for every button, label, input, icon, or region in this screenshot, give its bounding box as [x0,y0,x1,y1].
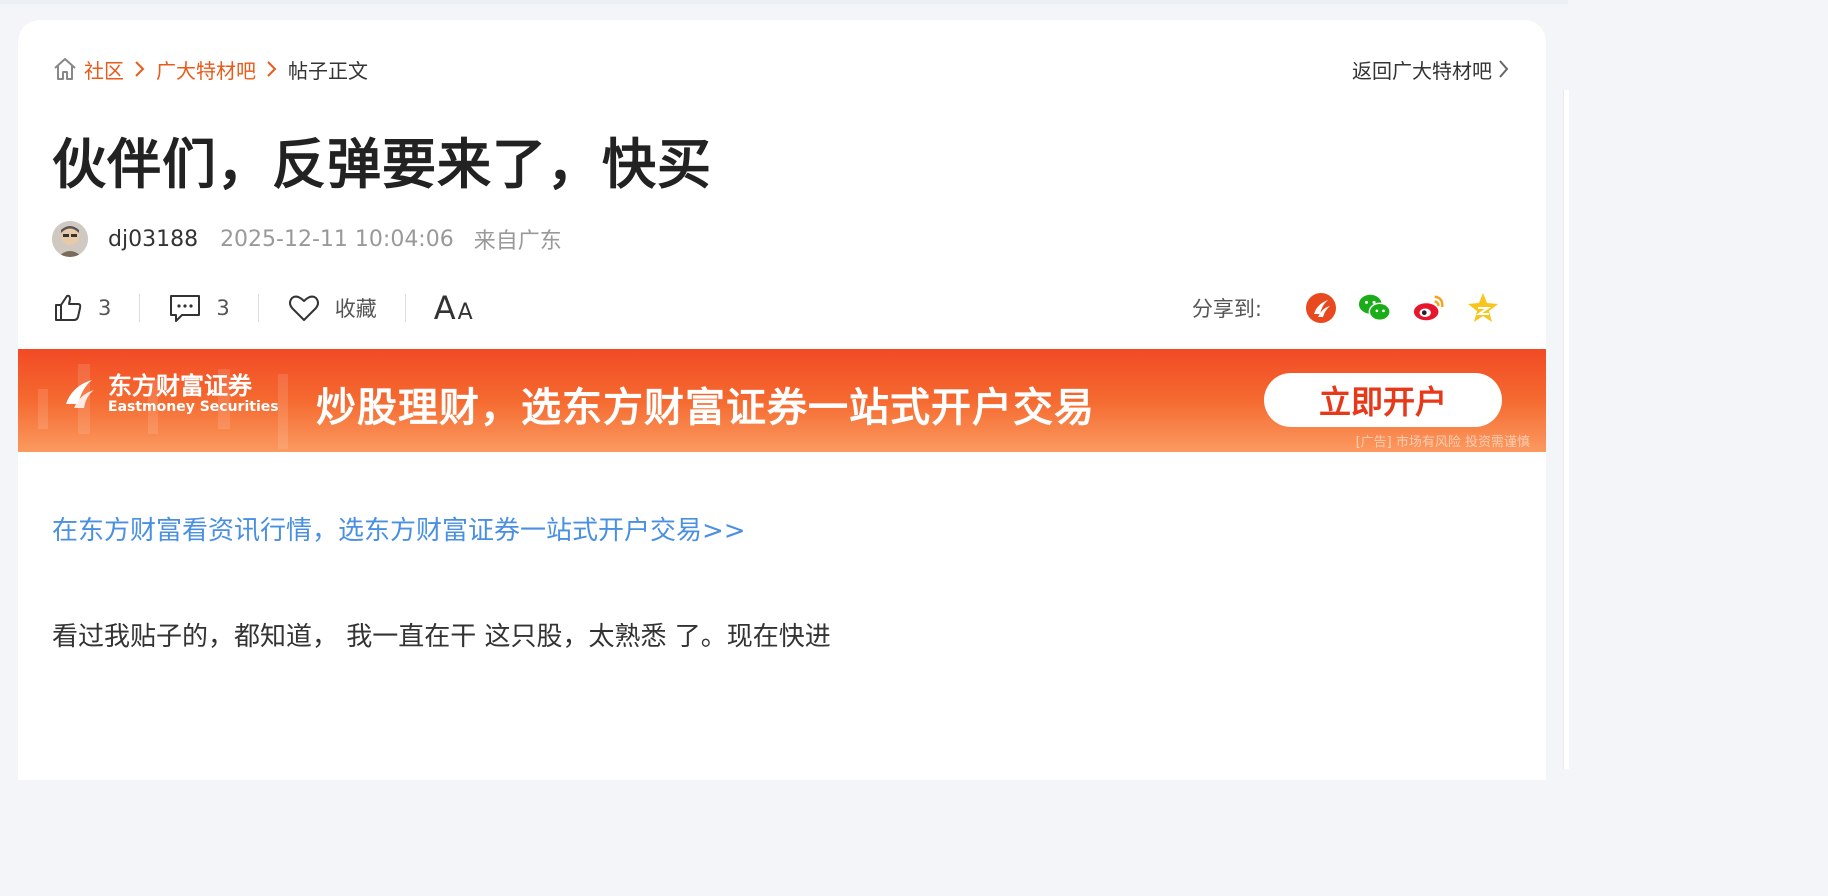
post-meta: dj03188 2025-12-11 10:04:06 来自广东 [52,220,562,258]
back-link-label: 返回广大特材吧 [1352,58,1492,83]
post-actions: 3 3 收藏 A A [52,288,473,328]
divider [404,294,406,322]
qzone-icon[interactable] [1466,291,1500,325]
breadcrumb-bar[interactable]: 广大特材吧 [156,55,256,84]
like-count: 3 [98,296,112,320]
like-button[interactable]: 3 [52,292,111,324]
divider [139,294,141,322]
font-size-large: A [433,289,456,327]
post-body: 看过我贴子的，都知道， 我一直在干 这只股，太熟悉 了。现在快进 [52,622,831,652]
eastmoney-logo-icon [66,380,94,408]
logo-text-cn: 东方财富证券 [108,371,252,400]
weibo-icon[interactable] [1412,291,1446,325]
breadcrumb-current: 帖子正文 [288,58,368,83]
comment-icon [168,292,202,324]
heart-icon [287,292,321,324]
home-icon[interactable] [52,56,78,82]
share-bar: 分享到: [1192,288,1500,328]
post-title: 伙伴们，反弹要来了，快买 [52,133,712,196]
back-to-bar-link[interactable]: 返回广大特材吧 [1352,54,1510,84]
ad-banner[interactable]: 东方财富证券 Eastmoney Securities 炒股理财，选东方财富证券… [18,349,1546,452]
breadcrumb: 社区 广大特材吧 帖子正文 [52,54,368,84]
thumbs-up-icon [52,292,84,324]
breadcrumb-community[interactable]: 社区 [84,55,124,84]
top-divider [0,0,1568,4]
divider [257,294,259,322]
avatar[interactable] [52,221,88,257]
author-name[interactable]: dj03188 [108,227,198,252]
promo-link[interactable]: 在东方财富看资讯行情，选东方财富证券一站式开户交易>> [52,510,746,547]
chevron-right-icon [1498,59,1510,79]
sidebar-edge [1563,90,1569,769]
comment-button[interactable]: 3 [168,292,230,324]
eastmoney-logo: 东方财富证券 Eastmoney Securities [60,373,279,415]
font-size-small: A [457,300,473,325]
banner-slogan: 炒股理财，选东方财富证券一站式开户交易 [316,385,1095,431]
wechat-icon[interactable] [1358,291,1392,325]
banner-disclaimer: [广告] 市场有风险 投资需谨慎 [1355,435,1530,450]
logo-text-en: Eastmoney Securities [108,399,279,415]
open-account-button[interactable]: 立即开户 [1264,373,1502,427]
chevron-right-icon [134,60,146,78]
chevron-right-icon [266,60,278,78]
post-card: 社区 广大特材吧 帖子正文 返回广大特材吧 伙伴们，反弹要来了，快买 dj031… [18,20,1546,780]
comment-count: 3 [216,296,230,320]
favorite-label: 收藏 [334,297,377,321]
eastmoney-icon[interactable] [1304,291,1338,325]
post-time: 2025-12-11 10:04:06 [220,226,454,252]
favorite-button[interactable]: 收藏 [287,292,377,324]
post-location: 来自广东 [473,229,562,254]
share-label: 分享到: [1191,297,1262,321]
font-size-toggle[interactable]: A A [434,289,473,327]
